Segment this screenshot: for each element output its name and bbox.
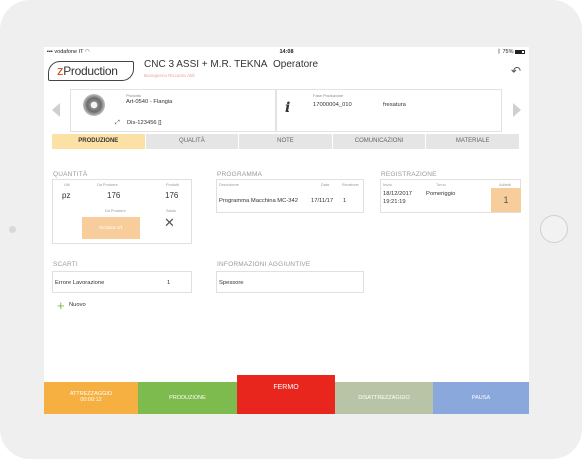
additional-info-title: INFORMAZIONI AGGIUNTIVE [217,261,311,268]
quantity-title: QUANTITÀ [53,171,88,178]
teardown-button[interactable]: DISATTREZZAGGIO [335,382,433,414]
bluetooth-icon: ᛒ [497,49,501,55]
close-label: Salda [166,209,176,213]
phase-name: fresatura [383,102,406,108]
tab-materiale[interactable]: MATERIALE [426,134,520,149]
user-role: Operatore [273,59,319,70]
um-label: UM [64,183,70,187]
setup-button[interactable]: ATTREZZAGGIO 00:00:12 [44,382,138,414]
program-desc-label: Descrizione [219,183,239,187]
stop-button[interactable]: FERMO [237,375,335,414]
produced-label: Prodotti [166,183,180,187]
workers-label: Addetti [499,183,511,187]
action-bar: ATTREZZAGGIO 00:00:12 PRODUZIONE FERMO D… [44,375,529,414]
back-arrow-icon[interactable]: ↶ [511,64,521,78]
new-scrap-button[interactable]: Nuovo [69,302,86,308]
program-date-label: Data [321,183,330,187]
pause-button[interactable]: PAUSA [433,382,529,414]
unit-of-measure: pz [62,191,71,200]
tab-bar: PRODUZIONE QUALITÀ NOTE COMUNICAZIONI MA… [52,134,520,149]
add-plus-icon[interactable]: + [57,299,65,312]
camera [9,226,16,233]
zproduction-logo: zProduction [48,61,134,81]
ipad-frame: ▪▪▪ vodafone IT ◠ 14:08 ᛒ 75% zProductio… [0,0,582,459]
production-button[interactable]: PRODUZIONE [138,382,237,414]
program-date: 17/11/17 [311,198,334,204]
additional-info-item: Spessore [219,280,244,286]
app-screen: ▪▪▪ vodafone IT ◠ 14:08 ᛒ 75% zProductio… [44,47,529,414]
phase-card[interactable]: Fase Produzione i 17000004_010 fresatura [276,89,502,132]
start-label: Inizio [383,183,392,187]
phase-code: 17000004_010 [313,102,352,108]
setup-timer: 00:00:12 [80,397,102,403]
drawing-link-icon[interactable]: ⤢ [115,120,120,127]
additional-info-row[interactable]: Spessore [216,271,364,293]
close-x-icon[interactable]: ✕ [164,216,175,229]
declare-button[interactable]: Dichiara 1/1 [82,217,140,239]
tab-qualita[interactable]: QUALITÀ [145,134,240,149]
workers-value[interactable]: 1 [491,188,521,212]
logo-text: Production [63,64,118,78]
to-produce-label: Da Produrre [97,183,118,187]
drawing-code[interactable]: Dis-123456 [] [127,120,161,126]
program-rev-label: Revisione [342,183,359,187]
tab-note[interactable]: NOTE [239,134,333,149]
registration-title: REGISTRAZIONE [381,171,437,178]
scrap-title: SCARTI [53,261,78,268]
product-label: Prodotto [126,93,142,98]
product-card[interactable]: Prodotto Art-0540 - Flangia ⤢ Dis-123456… [70,89,276,132]
product-thumbnail [83,94,105,116]
program-desc: Programma Macchina MC-342 [219,198,298,204]
clock: 14:08 [279,49,294,55]
phase-label: Fase Produzione [313,93,344,98]
to-produce-value: 176 [107,191,121,200]
status-bar: ▪▪▪ vodafone IT ◠ 14:08 ᛒ 75% [44,47,529,56]
app-header: zProduction CNC 3 ASSI + M.R. TEKNA Oper… [44,56,529,84]
declare-label: Da Produrre [105,209,126,213]
start-date: 18/12/2017 [383,191,413,197]
battery-status: ᛒ 75% [498,49,525,55]
battery-icon [515,49,525,54]
home-button[interactable] [540,215,568,243]
tab-comunicazioni[interactable]: COMUNICAZIONI [332,134,427,149]
battery-percent: 75% [502,49,514,55]
tab-produzione[interactable]: PRODUZIONE [52,134,146,149]
quantity-box: UM Da Produrre Prodotti pz 176 176 Da Pr… [52,179,192,244]
greeting: Buongiorno Riccardo Aldi [144,73,195,78]
info-icon[interactable]: i [285,100,290,116]
scrap-row[interactable]: Errore Lavorazione 1 [52,271,192,293]
product-info-row: Prodotto Art-0540 - Flangia ⤢ Dis-123456… [44,86,529,134]
scrap-item: Errore Lavorazione [55,280,105,286]
previous-arrow-icon[interactable] [52,103,60,117]
next-arrow-icon[interactable] [513,103,521,117]
product-name: Art-0540 - Flangia [126,99,173,105]
start-time: 19:21:19 [383,199,406,205]
program-box[interactable]: Descrizione Data Revisione Programma Mac… [216,179,364,213]
program-rev: 1 [343,198,347,204]
machine-title: CNC 3 ASSI + M.R. TEKNA Operatore [144,59,318,70]
scrap-qty: 1 [167,280,171,286]
shift-label: Turno [436,183,446,187]
shift-value: Pomeriggio [426,191,456,197]
machine-name: CNC 3 ASSI + M.R. TEKNA [144,59,268,70]
registration-box: Inizio Turno Addetti 18/12/2017 19:21:19… [380,179,521,213]
program-title: PROGRAMMA [217,171,263,178]
produced-value: 176 [165,191,179,200]
